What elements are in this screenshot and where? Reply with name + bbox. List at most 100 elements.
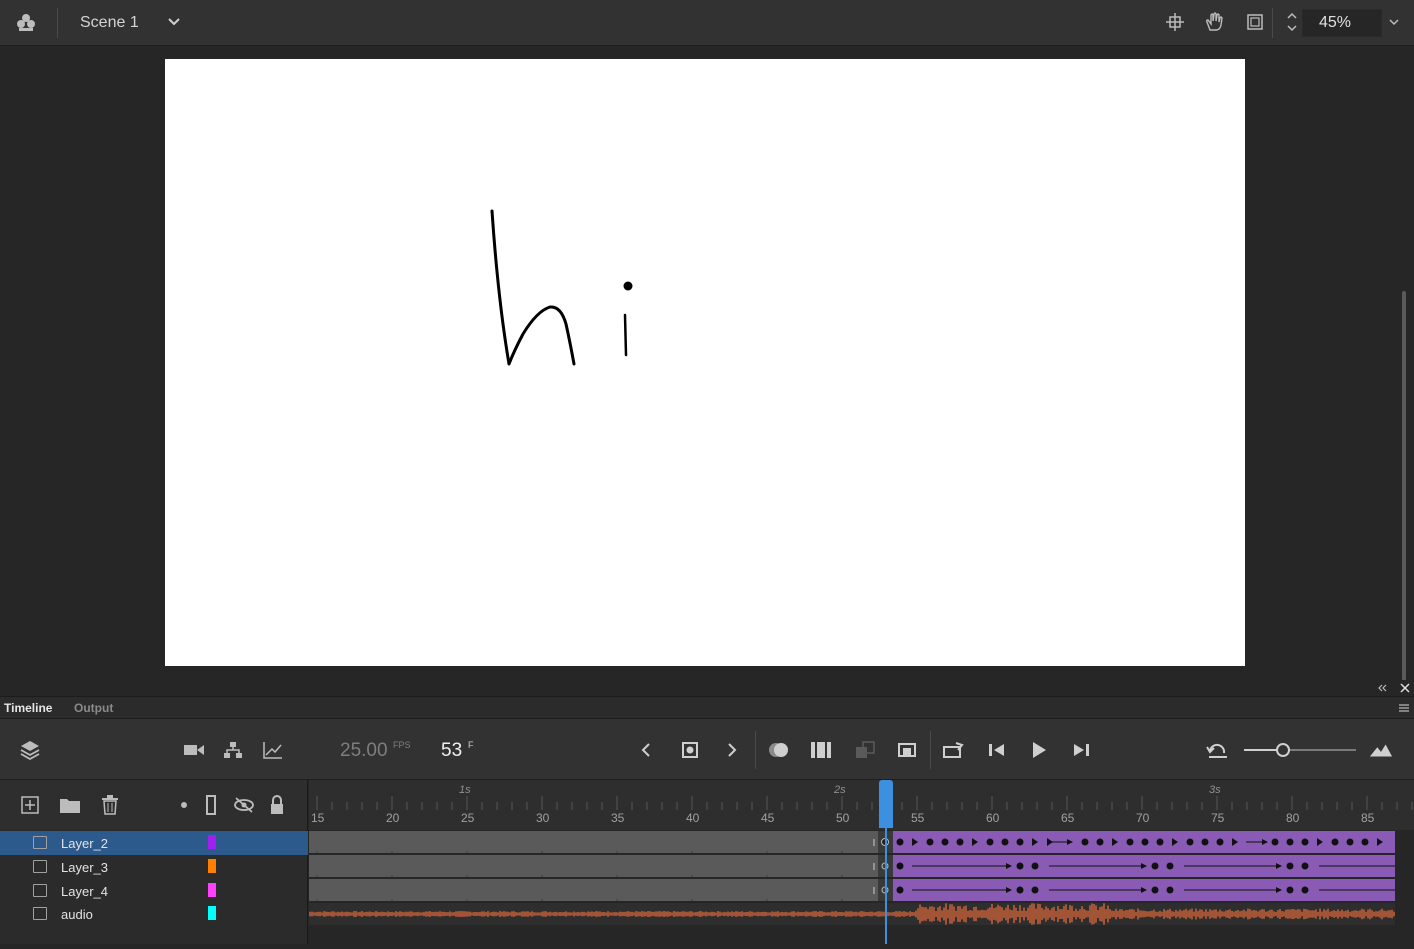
layer-type-icon (33, 884, 47, 897)
keyframe-cell (878, 855, 893, 877)
new-layer-icon[interactable] (18, 793, 42, 817)
tab-output[interactable]: Output (74, 701, 113, 715)
keyframe-dot (986, 838, 994, 846)
onion-skin-icon[interactable] (767, 738, 791, 762)
trash-icon[interactable] (98, 793, 122, 817)
stage-canvas[interactable] (165, 59, 1245, 666)
reset-zoom-icon[interactable] (1206, 738, 1230, 762)
next-keyframe-icon[interactable] (720, 738, 744, 762)
keyframe-dot (1361, 838, 1369, 846)
layers-list: Layer_2 Layer_3 Layer_4 audio (0, 830, 308, 944)
keyframe-dot (1016, 886, 1024, 894)
insert-blank-frame-icon[interactable] (895, 738, 919, 762)
keyframe-dot (1166, 862, 1174, 870)
step-forward-icon[interactable] (1069, 738, 1093, 762)
edit-multiple-frames-icon[interactable] (809, 738, 833, 762)
clip-canvas-icon[interactable] (1243, 10, 1267, 34)
zoom-input[interactable]: 45% (1302, 9, 1382, 37)
play-icon[interactable] (1027, 738, 1051, 762)
keyframe-dot (1286, 838, 1294, 846)
zoom-stepper-icon[interactable] (1280, 8, 1304, 36)
keyframe-dot (1156, 838, 1164, 846)
layer-color-swatch[interactable] (208, 835, 216, 849)
layer-color-swatch[interactable] (208, 906, 216, 920)
frame-ruler[interactable]: 15 20 25 30 35 40 45 50 55 60 65 70 75 80 85 1s 2s 3s (309, 780, 1414, 830)
center-stage-icon[interactable] (1163, 10, 1187, 34)
panel-tabs: Timeline Output (0, 696, 1414, 718)
mountain-zoom-icon[interactable] (1369, 738, 1393, 762)
layer-name[interactable]: audio (61, 907, 93, 922)
keyframe-dot (1001, 838, 1009, 846)
layer-row[interactable]: Layer_2 (0, 831, 308, 855)
keyframe-dot (1141, 838, 1149, 846)
keyframe-dot (881, 838, 889, 846)
ruler-frame-label: 65 (1061, 811, 1075, 825)
graph-icon[interactable] (261, 738, 285, 762)
highlight-layer-icon[interactable] (172, 793, 196, 817)
timeline-zoom-slider[interactable] (1244, 743, 1356, 757)
layer-type-icon (33, 860, 47, 873)
step-back-icon[interactable] (985, 738, 1009, 762)
slider-thumb[interactable] (1276, 743, 1290, 757)
layer-row[interactable]: Layer_3 (0, 855, 308, 879)
zoom-dropdown-icon[interactable] (1382, 10, 1406, 34)
keyframe-dot (896, 862, 904, 870)
tab-timeline[interactable]: Timeline (4, 701, 52, 715)
scene-icon[interactable] (14, 10, 38, 34)
fps-value[interactable]: 25.00 (340, 740, 388, 762)
insert-keyframe-icon[interactable] (678, 738, 702, 762)
layer-name[interactable]: Layer_2 (61, 836, 108, 851)
outline-icon[interactable] (199, 793, 223, 817)
keyframe-dot (1151, 886, 1159, 894)
visibility-icon[interactable] (232, 793, 256, 817)
ruler-frame-label: 60 (986, 811, 1000, 825)
layer-row[interactable]: Layer_4 (0, 879, 308, 903)
keyframe-dot (1096, 838, 1104, 846)
keyframe-dot (1271, 838, 1279, 846)
layer-name[interactable]: Layer_4 (61, 884, 108, 899)
layers-icon[interactable] (18, 738, 42, 762)
frame-unit: F (468, 740, 474, 750)
frames-grid[interactable] (309, 830, 1414, 944)
keyframe-cell (878, 879, 893, 901)
ruler-frame-label: 80 (1286, 811, 1300, 825)
keyframe-dot (926, 838, 934, 846)
ruler-frame-label: 70 (1136, 811, 1150, 825)
keyframe-dot (1301, 838, 1309, 846)
layer-name[interactable]: Layer_3 (61, 860, 108, 875)
current-frame-value[interactable]: 53 (441, 740, 462, 762)
layer-color-swatch[interactable] (208, 859, 216, 873)
layer-row[interactable]: audio (0, 902, 308, 926)
folder-icon[interactable] (58, 793, 82, 817)
ruler-frame-label: 45 (761, 811, 775, 825)
keyframe-dot (1346, 838, 1354, 846)
chevron-down-icon[interactable] (162, 10, 186, 34)
keyframe-dot (1301, 886, 1309, 894)
panel-menu-icon[interactable] (1396, 696, 1412, 720)
hi-drawing[interactable] (165, 59, 1245, 666)
layer-parenting-icon[interactable] (221, 738, 245, 762)
keyframe-dot (1216, 838, 1224, 846)
ruler-frame-label: 40 (686, 811, 700, 825)
camera-icon[interactable] (182, 738, 206, 762)
ruler-frame-label: 15 (311, 811, 325, 825)
keyframe-dot (1201, 838, 1209, 846)
lock-icon[interactable] (265, 793, 289, 817)
keyframe-dot (1186, 838, 1194, 846)
keyframe-dot (1031, 862, 1039, 870)
keyframe-dot (1151, 862, 1159, 870)
stage-scrollbar[interactable] (1402, 291, 1406, 681)
previous-keyframe-icon[interactable] (634, 738, 658, 762)
stage-area[interactable] (0, 46, 1414, 681)
panel-header (0, 680, 1414, 696)
ruler-frame-label: 50 (836, 811, 850, 825)
loop-playback-icon[interactable] (942, 738, 966, 762)
scene-name[interactable]: Scene 1 (80, 14, 139, 32)
ruler-frame-label: 85 (1361, 811, 1375, 825)
ruler-second-label: 2s (833, 784, 846, 796)
stage-toolbar: Scene 1 45% (0, 0, 1414, 46)
hand-icon[interactable] (1203, 10, 1227, 34)
keyframe-dot (1331, 838, 1339, 846)
ruler-frame-label: 30 (536, 811, 550, 825)
layer-color-swatch[interactable] (208, 883, 216, 897)
